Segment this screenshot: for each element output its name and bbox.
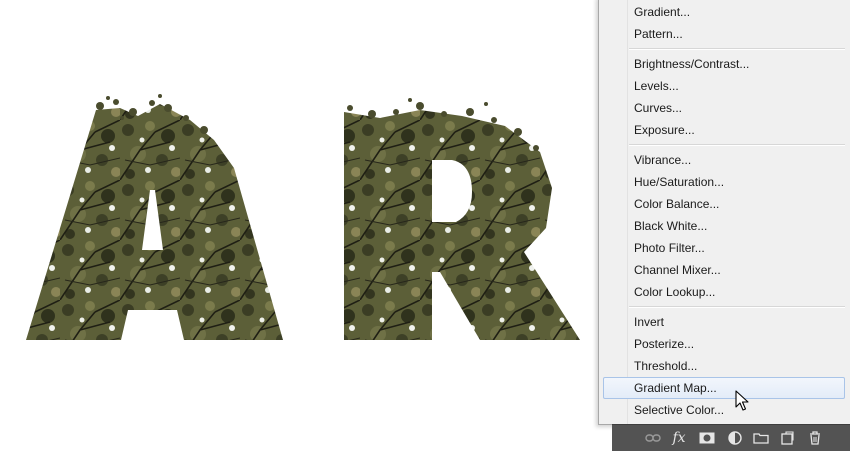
- adjustment-layer-icon[interactable]: [726, 430, 744, 446]
- menu-separator: [629, 48, 845, 50]
- menu-item-brightness-contrast[interactable]: Brightness/Contrast...: [603, 53, 845, 75]
- menu-item-black-white[interactable]: Black White...: [603, 215, 845, 237]
- menu-separator: [629, 144, 845, 146]
- menu-item-hue-saturation[interactable]: Hue/Saturation...: [603, 171, 845, 193]
- adjustment-layer-menu: Gradient... Pattern... Brightness/Contrast…: [598, 0, 850, 425]
- menu-separator: [629, 306, 845, 308]
- menu-item-invert[interactable]: Invert: [603, 311, 845, 333]
- menu-item-gradient-map[interactable]: Gradient Map...: [603, 377, 845, 399]
- menu-item-gradient[interactable]: Gradient...: [603, 1, 845, 23]
- folder-icon[interactable]: [752, 430, 770, 446]
- menu-item-photo-filter[interactable]: Photo Filter...: [603, 237, 845, 259]
- menu-item-pattern[interactable]: Pattern...: [603, 23, 845, 45]
- layers-panel-toolbar: fx: [612, 424, 850, 451]
- letter-a: [26, 94, 283, 340]
- mouse-pointer-icon: [735, 390, 749, 411]
- menu-item-levels[interactable]: Levels...: [603, 75, 845, 97]
- link-layers-icon[interactable]: [644, 430, 662, 446]
- menu-item-color-lookup[interactable]: Color Lookup...: [603, 281, 845, 303]
- trash-icon[interactable]: [806, 430, 824, 446]
- menu-item-curves[interactable]: Curves...: [603, 97, 845, 119]
- letter-r: [344, 98, 580, 340]
- document-canvas[interactable]: [0, 0, 600, 450]
- fx-icon[interactable]: fx: [670, 430, 688, 446]
- add-mask-icon[interactable]: [698, 430, 716, 446]
- menu-item-selective-color[interactable]: Selective Color...: [603, 399, 845, 421]
- menu-item-posterize[interactable]: Posterize...: [603, 333, 845, 355]
- menu-item-channel-mixer[interactable]: Channel Mixer...: [603, 259, 845, 281]
- new-layer-icon[interactable]: [778, 430, 796, 446]
- menu-item-vibrance[interactable]: Vibrance...: [603, 149, 845, 171]
- menu-item-exposure[interactable]: Exposure...: [603, 119, 845, 141]
- menu-item-color-balance[interactable]: Color Balance...: [603, 193, 845, 215]
- menu-item-threshold[interactable]: Threshold...: [603, 355, 845, 377]
